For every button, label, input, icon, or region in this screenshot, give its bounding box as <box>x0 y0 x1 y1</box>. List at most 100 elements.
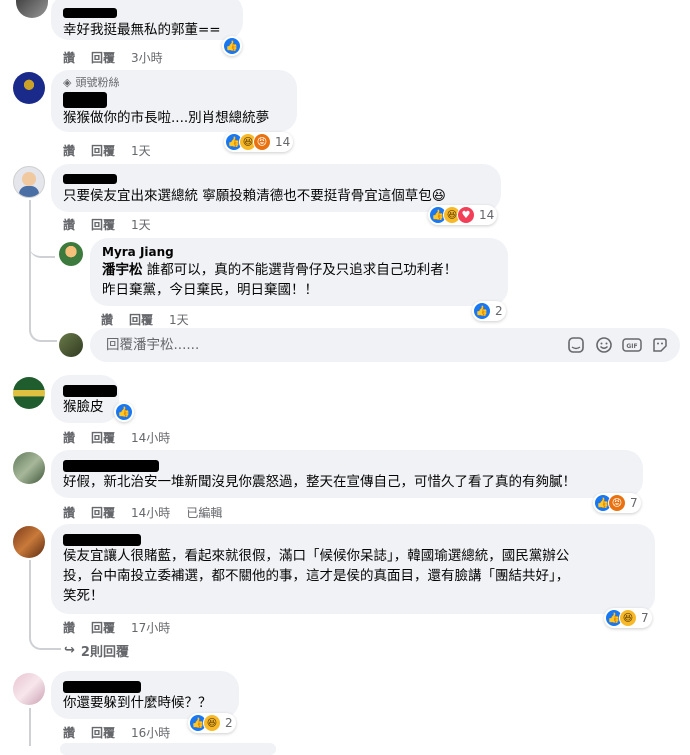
reply-text-line: 昨日棄黨，今日棄民，明日棄國！！ <box>102 282 318 298</box>
comment-actions: 讚 回覆 14小時 <box>63 429 170 446</box>
comment-text-line: 笑死！ <box>63 588 104 604</box>
reaction-count: 2 <box>225 716 233 730</box>
redacted-name <box>63 681 141 693</box>
reaction-summary[interactable]: 👍 <box>222 36 242 56</box>
like-button[interactable]: 讚 <box>63 504 75 521</box>
redacted-name <box>63 174 117 184</box>
reply-text-line: 誰都可以，真的不能選背骨仔及只追求自己功利者！ <box>142 262 458 278</box>
reply-text: 潘宇松 誰都可以，真的不能選背骨仔及只追求自己功利者！ <box>102 260 496 280</box>
commenter-name[interactable]: Myra Jiang <box>102 244 496 260</box>
reaction-count: 14 <box>275 135 291 149</box>
reaction-summary[interactable]: 👍 <box>114 402 134 422</box>
like-icon: 👍 <box>473 302 491 320</box>
reaction-summary[interactable]: 👍 😆 2 <box>188 713 236 733</box>
timestamp[interactable]: 1天 <box>131 216 151 233</box>
like-icon: 👍 <box>115 403 133 421</box>
comment-text: 好假，新北治安一堆新聞沒見你震怒過，整天在宣傳自己，可惜久了看了真的有夠膩！ <box>63 474 576 490</box>
photo-sticker-icon[interactable] <box>650 335 670 355</box>
avatar[interactable] <box>13 526 45 558</box>
top-fan-badge: ◈ 頭號粉絲 <box>63 76 285 90</box>
redacted-name <box>63 460 159 472</box>
reaction-count: 7 <box>641 611 649 625</box>
reply-actions: 讚 回覆 1天 <box>101 311 189 328</box>
comment-actions: 讚 回覆 3小時 <box>63 49 163 66</box>
haha-icon: 😆 <box>203 714 221 732</box>
reaction-summary[interactable]: 👍 😡 7 <box>593 493 641 513</box>
emoji-icon[interactable] <box>594 335 614 355</box>
sticker-icon[interactable] <box>566 335 586 355</box>
timestamp[interactable]: 14小時 <box>131 429 170 446</box>
like-button[interactable]: 讚 <box>63 619 75 636</box>
fan-badge-icon: ◈ <box>63 76 72 89</box>
redacted-name <box>63 385 117 397</box>
view-more-replies[interactable]: ↪ 2則回覆 <box>64 641 129 660</box>
comment-text: 幸好我挺最無私的郭董== <box>63 22 221 38</box>
comment-actions: 讚 回覆 17小時 <box>63 619 170 636</box>
reply-button[interactable]: 回覆 <box>91 504 115 521</box>
timestamp[interactable]: 1天 <box>131 142 151 159</box>
comment-text-line: 投，台中南投立委補選，都不關他的事，這才是侯的真面目，還有臉講「團結共好」， <box>63 568 570 584</box>
reply-button[interactable]: 回覆 <box>91 49 115 66</box>
reaction-summary[interactable]: 👍 😆 7 <box>604 608 652 628</box>
like-button[interactable]: 讚 <box>63 724 75 741</box>
like-icon: 👍 <box>223 37 241 55</box>
like-button[interactable]: 讚 <box>63 216 75 233</box>
reply-button[interactable]: 回覆 <box>129 311 153 328</box>
comment-actions: 讚 回覆 1天 <box>63 142 151 159</box>
like-button[interactable]: 讚 <box>63 49 75 66</box>
comment-actions: 讚 回覆 16小時 <box>63 724 170 741</box>
redacted-name <box>63 92 107 108</box>
timestamp[interactable]: 17小時 <box>131 619 170 636</box>
badge-label: 頭號粉絲 <box>75 76 120 89</box>
like-button[interactable]: 讚 <box>63 429 75 446</box>
reaction-summary[interactable]: 👍 😆 ♥ 14 <box>428 205 498 225</box>
reply-button[interactable]: 回覆 <box>91 619 115 636</box>
reply-button[interactable]: 回覆 <box>91 724 115 741</box>
comment-text: 只要侯友宜出來選總統 寧願投賴清德也不要挺背骨宜這個草包😆 <box>63 188 446 204</box>
avatar[interactable] <box>59 242 83 266</box>
avatar[interactable] <box>13 452 45 484</box>
svg-text:GIF: GIF <box>626 343 637 350</box>
avatar[interactable] <box>13 166 45 198</box>
comment-text: 猴臉皮 <box>63 399 104 415</box>
mention-link[interactable]: 潘宇松 <box>102 262 143 278</box>
comment-text-line: 侯友宜讓人很賭藍，看起來就很假，滿口「候候你呆誌」，韓國瑜選總統，國民黨辦公 <box>63 548 570 564</box>
edited-label[interactable]: 已編輯 <box>186 504 222 521</box>
reply-input[interactable] <box>104 336 558 354</box>
comment-text: 猴猴做你的市長啦....別肖想總統夢 <box>63 110 270 126</box>
comment-text: 你還要躲到什麼時候？？ <box>63 695 212 711</box>
reaction-summary[interactable]: 👍 2 <box>472 301 506 321</box>
reaction-count: 7 <box>630 496 638 510</box>
reply-button[interactable]: 回覆 <box>91 142 115 159</box>
comment-actions: 讚 回覆 14小時 已編輯 <box>63 504 222 521</box>
avatar[interactable] <box>13 377 45 409</box>
reply-button[interactable]: 回覆 <box>91 429 115 446</box>
like-button[interactable]: 讚 <box>63 142 75 159</box>
comment-bubble: 好假，新北治安一堆新聞沒見你震怒過，整天在宣傳自己，可惜久了看了真的有夠膩！ <box>51 450 643 498</box>
reaction-count: 2 <box>495 304 503 318</box>
timestamp[interactable]: 1天 <box>169 311 189 328</box>
avatar[interactable] <box>13 673 45 705</box>
like-button[interactable]: 讚 <box>101 311 113 328</box>
thread-line <box>29 200 57 342</box>
angry-icon: 😡 <box>253 133 271 151</box>
gif-icon[interactable]: GIF <box>622 335 642 355</box>
avatar[interactable] <box>16 0 48 18</box>
timestamp[interactable]: 16小時 <box>131 724 170 741</box>
thread-line <box>29 236 55 258</box>
reply-bubble: Myra Jiang 潘宇松 誰都可以，真的不能選背骨仔及只追求自己功利者！ 昨… <box>90 238 508 306</box>
avatar[interactable] <box>13 72 45 104</box>
angry-icon: 😡 <box>608 494 626 512</box>
reaction-summary[interactable]: 👍 😆 😡 14 <box>224 132 294 152</box>
comment-bubble: ◈ 頭號粉絲 猴猴做你的市長啦....別肖想總統夢 <box>51 70 297 132</box>
reply-box: GIF <box>90 328 680 362</box>
reply-button[interactable]: 回覆 <box>91 216 115 233</box>
comment-bubble: 幸好我挺最無私的郭董== <box>51 0 243 40</box>
timestamp[interactable]: 14小時 <box>131 504 170 521</box>
love-icon: ♥ <box>457 206 475 224</box>
comment-bubble: 侯友宜讓人很賭藍，看起來就很假，滿口「候候你呆誌」，韓國瑜選總統，國民黨辦公 投… <box>51 524 655 614</box>
haha-icon: 😆 <box>619 609 637 627</box>
avatar[interactable] <box>59 333 83 357</box>
timestamp[interactable]: 3小時 <box>131 49 163 66</box>
comment-actions: 讚 回覆 1天 <box>63 216 151 233</box>
